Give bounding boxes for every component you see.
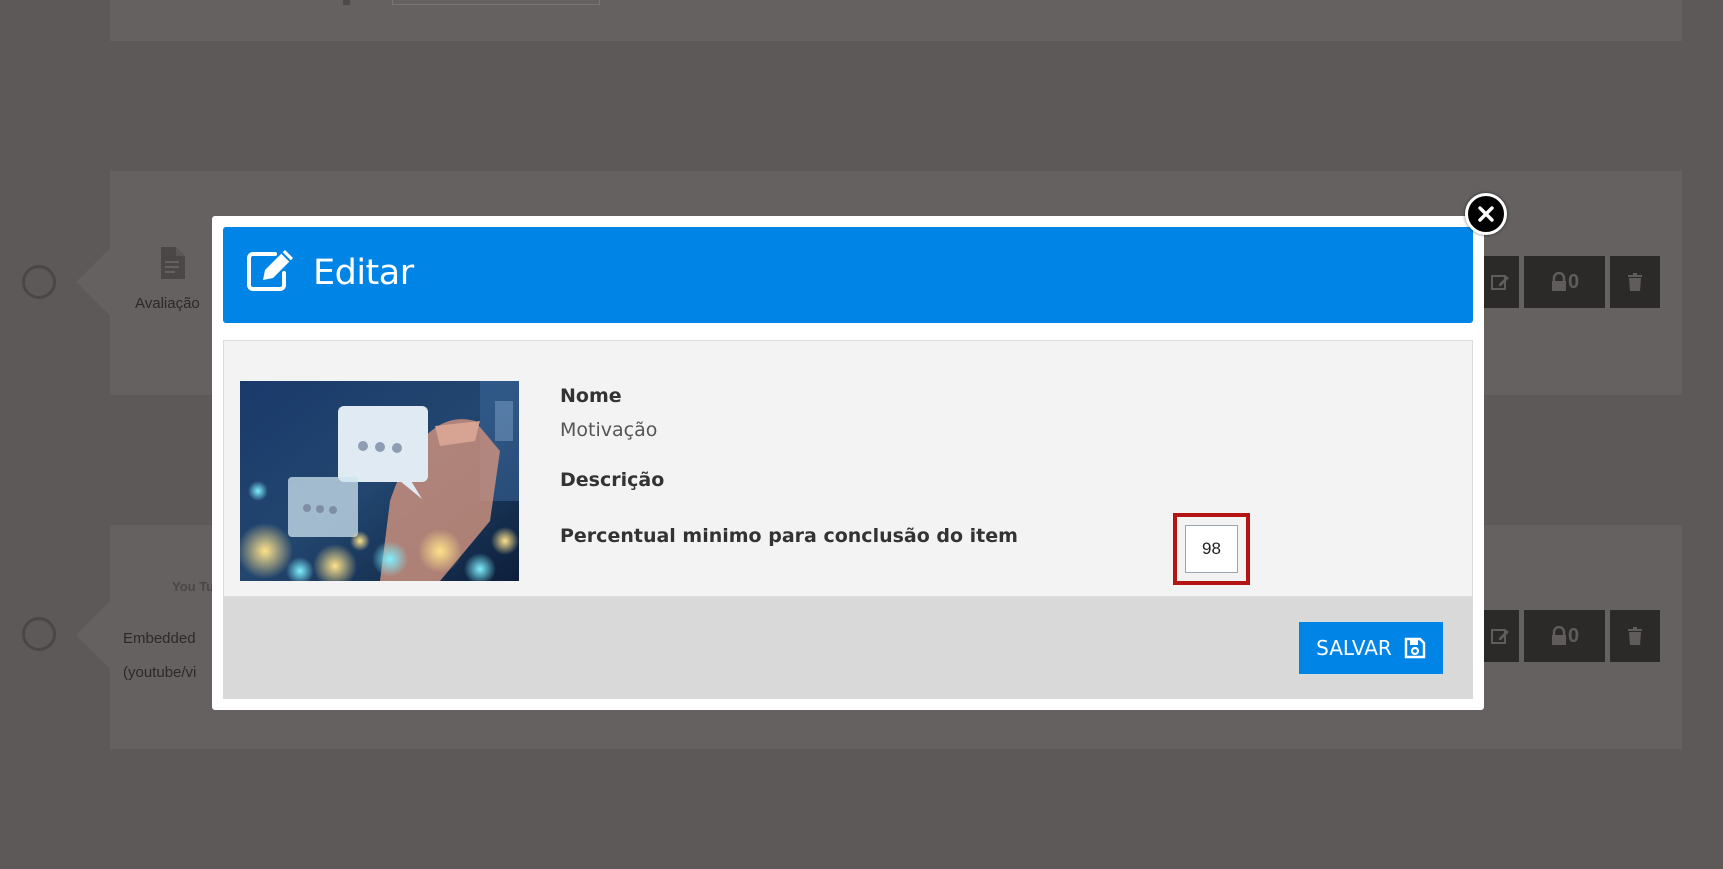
item-type-label: Embedded xyxy=(123,630,196,647)
delete-button[interactable] xyxy=(1610,610,1660,662)
background-marker xyxy=(343,0,350,5)
delete-button[interactable] xyxy=(1610,256,1660,308)
item-thumbnail xyxy=(240,381,519,581)
lock-icon xyxy=(1551,626,1566,645)
modal-footer: SALVAR xyxy=(223,597,1473,699)
description-label: Descrição xyxy=(560,469,665,491)
modal-body: Nome Motivação Descrição Percentual mini… xyxy=(223,340,1473,714)
save-button[interactable]: SALVAR xyxy=(1299,622,1443,674)
lock-count: 0 xyxy=(1567,624,1580,647)
trash-icon xyxy=(1628,627,1642,645)
item-status-circle[interactable] xyxy=(22,617,56,651)
edit-icon xyxy=(1491,275,1509,290)
save-label: SALVAR xyxy=(1316,636,1392,660)
name-label: Nome xyxy=(560,385,622,407)
close-icon xyxy=(1478,206,1494,222)
edit-icon xyxy=(247,250,293,291)
min-percent-highlight xyxy=(1173,513,1250,585)
close-modal-button[interactable] xyxy=(1465,193,1507,235)
modal-header: Editar xyxy=(223,227,1473,323)
document-icon xyxy=(161,247,185,279)
item-pointer xyxy=(76,248,110,316)
item-type-label-continued: (youtube/vi xyxy=(123,664,197,681)
lock-button[interactable]: 0 xyxy=(1524,610,1605,662)
edit-button[interactable] xyxy=(1481,256,1519,308)
lock-icon xyxy=(1551,272,1566,291)
floppy-disk-icon xyxy=(1404,637,1426,659)
lock-count: 0 xyxy=(1567,270,1580,293)
min-percent-label: Percentual minimo para conclusão do item xyxy=(560,525,1018,547)
modal-title: Editar xyxy=(313,253,414,293)
item-status-circle[interactable] xyxy=(22,265,56,299)
trash-icon xyxy=(1628,273,1642,291)
item-pointer xyxy=(76,601,110,669)
background-card-top xyxy=(110,0,1682,41)
name-value: Motivação xyxy=(560,419,658,441)
edit-button[interactable] xyxy=(1481,610,1519,662)
lock-button[interactable]: 0 xyxy=(1524,256,1605,308)
min-percent-input[interactable] xyxy=(1185,525,1238,573)
item-details: Nome Motivação Descrição Percentual mini… xyxy=(223,340,1473,597)
edit-icon xyxy=(1491,629,1509,644)
edit-modal: Editar Nome Motivação Descrição Percentu… xyxy=(212,216,1484,710)
background-input xyxy=(392,0,600,5)
item-type-label: Avaliação xyxy=(135,295,200,312)
